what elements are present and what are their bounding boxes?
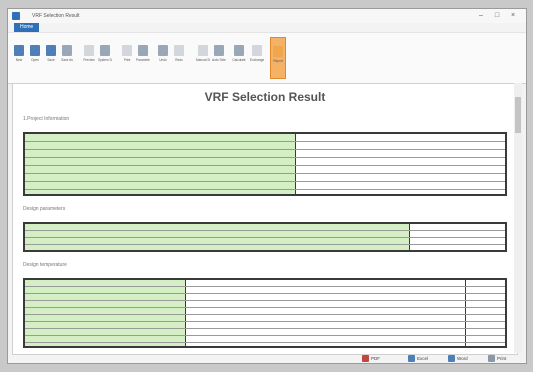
- word-icon: [448, 355, 455, 363]
- preview-icon: [84, 45, 94, 56]
- table-row: [25, 142, 505, 150]
- export-pdf-button[interactable]: PDF: [362, 354, 380, 364]
- design-parameters-table: [23, 222, 507, 252]
- design-temperature-table: [23, 278, 507, 348]
- close-icon[interactable]: ×: [508, 11, 518, 21]
- redo-icon: [174, 45, 184, 56]
- vertical-scrollbar[interactable]: [514, 83, 522, 353]
- new-file-icon: [14, 45, 24, 56]
- manual-selection-icon: [198, 45, 208, 56]
- parameters-icon: [138, 45, 148, 56]
- undo-icon: [158, 45, 168, 56]
- title-bar: VRF Selection Result – □ ×: [8, 9, 526, 24]
- save-icon: [46, 45, 56, 56]
- app-logo-icon: [12, 12, 20, 20]
- table-row: [25, 238, 505, 245]
- section-design-temperature: Design temperature: [23, 262, 67, 268]
- redo-button[interactable]: Redo: [172, 37, 186, 77]
- minimize-icon[interactable]: –: [476, 11, 486, 21]
- export-bar: PDF Excel Word Print: [12, 354, 520, 364]
- ribbon-toolbar: New Open Save Save As Preview System Set…: [8, 32, 526, 84]
- tab-home[interactable]: Home: [14, 23, 40, 32]
- folder-icon: [30, 45, 40, 56]
- manual-selection-button[interactable]: Manual Selection: [196, 37, 210, 77]
- window-title: VRF Selection Result: [32, 13, 80, 19]
- table-row: [25, 166, 505, 174]
- app-window: VRF Selection Result – □ × Home New Open…: [7, 8, 527, 364]
- undo-button[interactable]: Undo: [156, 37, 170, 77]
- table-row: [25, 329, 505, 336]
- auto-selection-icon: [214, 45, 224, 56]
- maximize-icon[interactable]: □: [492, 11, 502, 21]
- open-button[interactable]: Open: [28, 37, 42, 77]
- print-icon: [488, 355, 495, 363]
- tab-bar: [8, 23, 526, 32]
- save-as-button[interactable]: Save As: [60, 37, 74, 77]
- table-row: [25, 315, 505, 322]
- table-row: [25, 294, 505, 301]
- table-row: [25, 174, 505, 182]
- parameters-button[interactable]: Parameters: [136, 37, 150, 77]
- table-row: [25, 158, 505, 166]
- new-button[interactable]: New: [12, 37, 26, 77]
- table-row: [25, 150, 505, 158]
- excel-icon: [408, 355, 415, 363]
- report-document: VRF Selection Result 1.Project Informati…: [12, 83, 518, 355]
- report-title: VRF Selection Result: [204, 90, 326, 104]
- table-row: [25, 134, 505, 142]
- report-button[interactable]: Report: [270, 37, 286, 79]
- save-as-icon: [62, 45, 72, 56]
- print-button[interactable]: Print: [120, 37, 134, 77]
- save-button[interactable]: Save: [44, 37, 58, 77]
- exchange-ratio-button[interactable]: Exchange Ratio: [250, 37, 264, 77]
- system-settings-button[interactable]: System Settings: [98, 37, 112, 77]
- pdf-icon: [362, 355, 369, 363]
- export-word-button[interactable]: Word: [448, 354, 468, 364]
- project-info-table: [23, 132, 507, 196]
- table-row: [25, 231, 505, 238]
- print-icon: [122, 45, 132, 56]
- calculate-icon: [234, 45, 244, 56]
- auto-selection-button[interactable]: Auto Selection: [212, 37, 226, 77]
- table-row: [25, 182, 505, 190]
- calculate-button[interactable]: Calculate: [232, 37, 246, 77]
- scrollbar-thumb[interactable]: [515, 97, 521, 133]
- report-icon: [273, 46, 283, 57]
- section-design-parameters: Design parameters: [23, 206, 66, 212]
- exchange-ratio-icon: [252, 45, 262, 56]
- table-row: [25, 280, 505, 287]
- settings-icon: [100, 45, 110, 56]
- table-row: [25, 336, 505, 343]
- table-row: [25, 301, 505, 308]
- table-row: [25, 308, 505, 315]
- section-project-information: 1.Project Information: [23, 116, 70, 122]
- table-row: [25, 224, 505, 231]
- preview-button[interactable]: Preview: [82, 37, 96, 77]
- table-row: [25, 287, 505, 294]
- print-report-button[interactable]: Print: [488, 354, 506, 364]
- export-excel-button[interactable]: Excel: [408, 354, 428, 364]
- table-row: [25, 322, 505, 329]
